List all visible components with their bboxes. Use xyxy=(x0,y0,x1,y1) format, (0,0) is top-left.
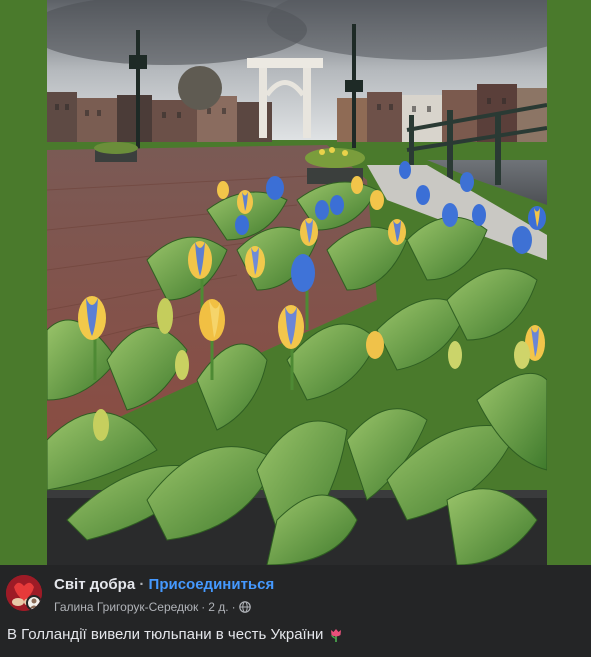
post-photo[interactable] xyxy=(47,0,547,565)
group-avatar[interactable] xyxy=(6,575,42,611)
tulips-canal-photo xyxy=(47,0,547,565)
separator-dot: · xyxy=(201,600,206,614)
post-time[interactable]: 2 д. xyxy=(208,600,228,614)
photo-frame xyxy=(0,0,591,565)
post-text: В Голландії вивели тюльпани в честь Укра… xyxy=(7,626,344,643)
separator-dot: · xyxy=(231,600,236,614)
tulip-icon xyxy=(328,627,344,643)
author-name[interactable]: Галина Григорук-Середюк xyxy=(54,600,198,614)
heart-hands-icon xyxy=(6,575,42,611)
join-group-link[interactable]: Присоединиться xyxy=(149,576,275,593)
separator-dot: · xyxy=(139,576,145,593)
group-name[interactable]: Світ добра xyxy=(54,576,135,593)
group-title-line: Світ добра · Присоединиться xyxy=(54,576,274,593)
post-text-content: В Голландії вивели тюльпани в честь Укра… xyxy=(7,626,324,643)
post-meta: Галина Григорук-Середюк · 2 д. · xyxy=(54,600,251,614)
globe-icon[interactable] xyxy=(238,601,251,613)
